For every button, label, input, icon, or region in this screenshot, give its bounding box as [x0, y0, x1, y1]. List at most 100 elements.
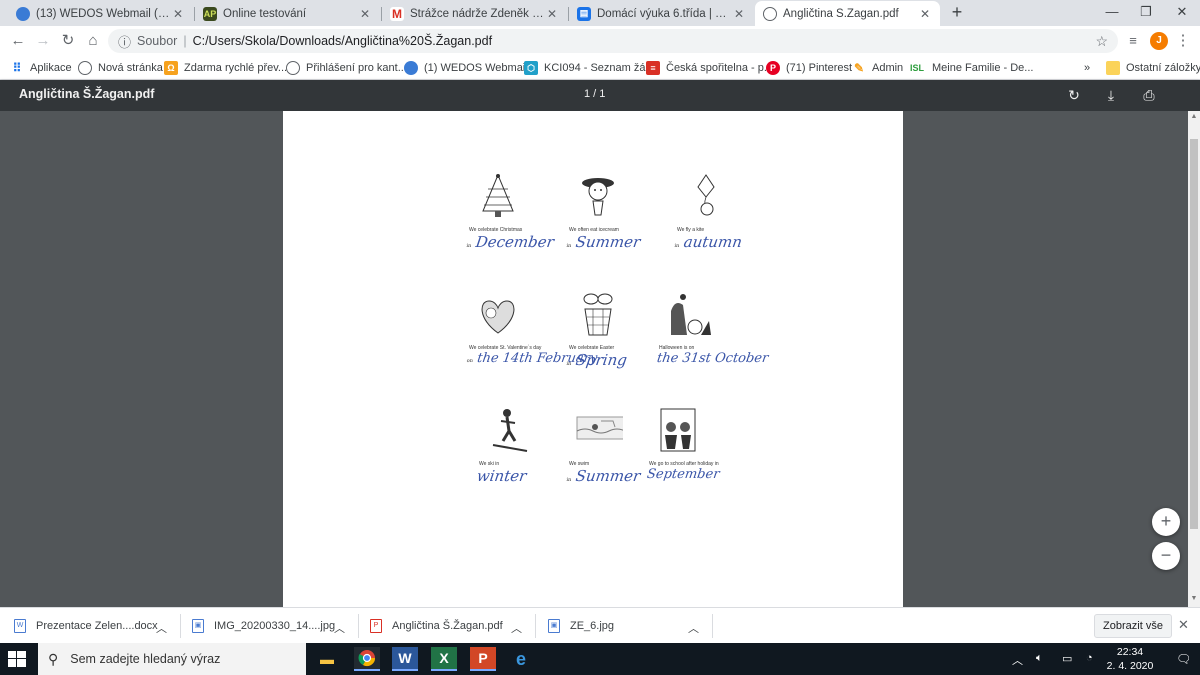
- wedos-icon: [16, 6, 30, 21]
- answer-prefix: in: [566, 361, 572, 367]
- date: 2. 4. 2020: [1106, 660, 1154, 672]
- bookmark-label: Aplikace: [30, 62, 72, 74]
- answer-prefix: in: [674, 243, 680, 249]
- battery-icon[interactable]: ▭: [1062, 652, 1072, 665]
- rotate-icon[interactable]: ↻: [1064, 85, 1084, 105]
- download-name: Angličtina Š.Žagan.pdf: [392, 620, 503, 632]
- scroll-up-icon[interactable]: ▲: [1188, 113, 1200, 120]
- clock[interactable]: 22:34 2. 4. 2020: [1100, 645, 1160, 673]
- vertical-scrollbar[interactable]: ▲ ▼: [1188, 111, 1200, 607]
- close-icon[interactable]: ✕: [171, 7, 185, 21]
- close-icon[interactable]: ✕: [918, 7, 932, 21]
- worksheet-item: We fly a kite in autumn: [674, 173, 811, 253]
- word-icon[interactable]: W: [392, 647, 418, 671]
- bookmark-item[interactable]: ⬡ KCI094 - Seznam žá...: [524, 59, 655, 77]
- windows-start-icon[interactable]: [8, 651, 26, 667]
- edge-icon[interactable]: e: [508, 647, 534, 671]
- tab-title: Domácí výuka 6.třída | Základní a: [597, 7, 732, 20]
- excel-icon[interactable]: X: [431, 647, 457, 671]
- pencil-icon: ✎: [853, 61, 865, 75]
- bookmark-item[interactable]: ≡ Česká spořitelna - p...: [646, 59, 773, 77]
- reload-button[interactable]: ↻: [58, 32, 78, 50]
- bookmark-star-icon[interactable]: ☆: [1095, 33, 1108, 50]
- pdf-viewer[interactable]: We celebrate Christmas in December We often…: [0, 111, 1188, 607]
- chevron-up-icon[interactable]: ︿: [1012, 652, 1023, 668]
- speaker-icon[interactable]: 🔈︎: [1036, 652, 1043, 665]
- close-icon[interactable]: ✕: [1178, 617, 1189, 633]
- download-icon[interactable]: ⤓: [1101, 85, 1121, 105]
- isl-icon: ISL: [909, 63, 924, 73]
- print-icon[interactable]: ⎙: [1139, 85, 1159, 105]
- restore-button[interactable]: ❐: [1126, 0, 1166, 26]
- scroll-down-icon[interactable]: ▼: [1188, 595, 1200, 602]
- chrome-icon[interactable]: [354, 647, 380, 671]
- search-placeholder: Sem zadejte hledaný výraz: [70, 652, 221, 666]
- powerpoint-icon[interactable]: P: [470, 647, 496, 671]
- show-all-button[interactable]: Zobrazit vše: [1094, 614, 1172, 638]
- download-item[interactable]: W Prezentace Zelen....docx: [14, 608, 158, 644]
- bookmark-item[interactable]: Přihlášení pro kant...: [286, 59, 407, 77]
- chevron-up-icon[interactable]: ︿: [688, 620, 699, 636]
- info-icon[interactable]: ⓘ: [118, 32, 131, 51]
- bookmark-item[interactable]: Nová stránka: [78, 59, 163, 77]
- answer-text: winter: [475, 467, 528, 485]
- address-url: C:/Users/Skola/Downloads/Angličtina%20Š.…: [192, 34, 493, 48]
- download-item[interactable]: ▣ IMG_20200330_14....jpg: [192, 608, 335, 644]
- answer-text: December: [474, 233, 556, 251]
- wedos-icon: [404, 61, 418, 75]
- handwritten-answer: in autumn: [674, 233, 744, 251]
- tab-wedos[interactable]: (13) WEDOS Webmail (wes1) :: Re ✕: [8, 1, 193, 26]
- bookmark-item[interactable]: ⠿ Aplikace: [10, 59, 72, 77]
- gmail-icon: M: [390, 6, 404, 21]
- bookmarks-bar: ⠿ Aplikace Nová stránka Ω Zdarma rychlé …: [0, 56, 1200, 80]
- valentine-heart-illustration: [481, 300, 515, 334]
- chevron-up-icon[interactable]: ︿: [156, 620, 167, 636]
- address-divider: |: [183, 34, 187, 48]
- zoom-out-button[interactable]: −: [1152, 542, 1180, 570]
- file-explorer-icon[interactable]: ▬: [314, 647, 340, 671]
- menu-icon[interactable]: ⋮: [1174, 32, 1192, 50]
- download-item[interactable]: ▣ ZE_6.jpg: [548, 608, 614, 644]
- taskbar-search[interactable]: ⚲ Sem zadejte hledaný výraz: [38, 643, 306, 675]
- image-file-icon: ▣: [548, 619, 560, 633]
- tab-domaci-vyuka[interactable]: ▤ Domácí výuka 6.třída | Základní a ✕: [569, 1, 754, 26]
- home-button[interactable]: ⌂: [83, 32, 103, 50]
- bookmark-item[interactable]: Ω Zdarma rychlé přev...: [164, 59, 287, 77]
- address-bar[interactable]: ⓘ Soubor | C:/Users/Skola/Downloads/Angl…: [108, 29, 1118, 53]
- globe-icon: [286, 61, 300, 75]
- scrollbar-thumb[interactable]: [1190, 139, 1198, 529]
- tab-online-testovani[interactable]: AP Online testování ✕: [195, 1, 380, 26]
- reading-list-icon[interactable]: ≡: [1124, 32, 1142, 50]
- handwritten-answer: the 31st October: [656, 351, 769, 366]
- close-icon[interactable]: ✕: [545, 7, 559, 21]
- tab-anglictina-pdf[interactable]: Angličtina Š.Žagan.pdf ✕: [755, 1, 940, 26]
- bookmark-label: Ostatní záložky: [1126, 62, 1200, 74]
- docx-file-icon: W: [14, 619, 26, 633]
- other-bookmarks[interactable]: Ostatní záložky: [1106, 59, 1200, 77]
- tab-gmail[interactable]: M Strážce nádrže Zdeněk Svěrák - b ✕: [382, 1, 567, 26]
- forward-button[interactable]: →: [33, 32, 53, 50]
- close-icon[interactable]: ✕: [358, 7, 372, 21]
- download-item[interactable]: P Angličtina Š.Žagan.pdf: [370, 608, 503, 644]
- bookmarks-overflow-button[interactable]: »: [1084, 59, 1090, 77]
- swimming-illustration: [576, 416, 623, 440]
- easter-basket-illustration: [583, 293, 613, 336]
- handwritten-answer: in Spring: [566, 351, 628, 369]
- network-icon[interactable]: ◔: [1086, 652, 1093, 664]
- new-tab-button[interactable]: +: [946, 3, 968, 23]
- answer-text: autumn: [682, 233, 744, 251]
- bookmark-item[interactable]: (1) WEDOS Webmai...: [404, 59, 534, 77]
- bookmark-item[interactable]: P (71) Pinterest: [766, 59, 852, 77]
- chevron-up-icon[interactable]: ︿: [511, 620, 522, 636]
- child-icecream-illustration: [582, 178, 614, 216]
- bookmark-item[interactable]: ISL Meine Familie - De...: [908, 59, 1034, 77]
- zoom-in-button[interactable]: +: [1152, 508, 1180, 536]
- close-window-button[interactable]: ✕: [1162, 0, 1200, 26]
- back-button[interactable]: ←: [8, 32, 28, 50]
- notification-icon[interactable]: 🗨︎: [1176, 652, 1191, 666]
- chevron-up-icon[interactable]: ︿: [334, 620, 345, 636]
- ap-icon: AP: [203, 6, 217, 21]
- close-icon[interactable]: ✕: [732, 7, 746, 21]
- bookmark-item[interactable]: ✎ Admin: [852, 59, 903, 77]
- avatar[interactable]: J: [1150, 32, 1168, 50]
